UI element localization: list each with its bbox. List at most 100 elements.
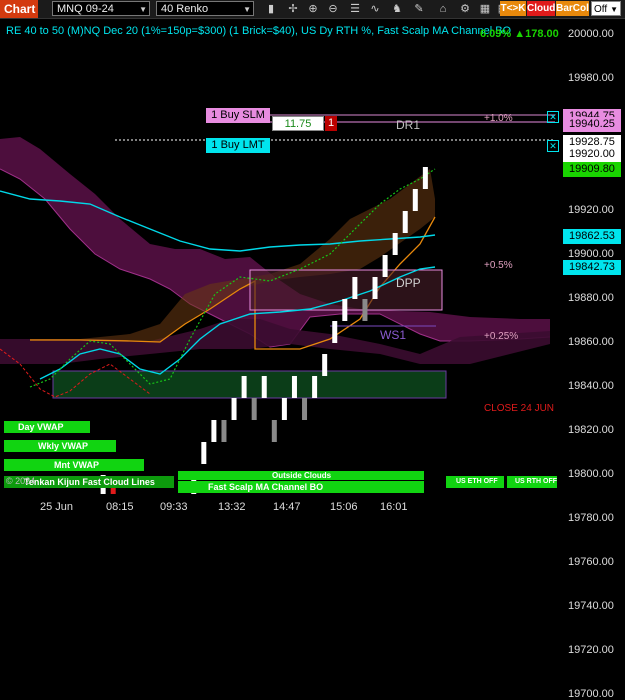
zoom-in-icon[interactable]: ⊕ [306,2,320,16]
time-tick-label: 25 Jun [40,501,74,513]
strategies-icon[interactable]: ♞ [390,2,404,16]
renko-brick [382,255,388,277]
chart-tab[interactable]: Chart [0,0,38,18]
price-tick-label: 19720.00 [568,644,614,656]
price-tick-label: 19980.00 [568,72,614,84]
instrument-value: MNQ 09-24 [57,3,114,15]
copyright-text: © 2024 [6,476,36,486]
renko-brick [392,233,398,255]
renko-brick [362,299,368,321]
close-icon[interactable]: ✕ [547,140,559,152]
price-tag: 19909.80 [563,162,621,177]
time-axis[interactable]: 25 Jun 08:15 09:33 13:32 14:47 15:06 16:01 [0,494,560,519]
price-tag: 19920.00 [563,147,621,162]
time-tick-label: 15:06 [330,501,358,513]
renko-brick [281,398,287,420]
period-select[interactable]: 40 Renko ▼ [156,1,254,16]
dr1-label: DR1 [396,118,421,132]
chevron-down-icon: ▼ [610,5,618,14]
fast-scalp-label: Fast Scalp MA Channel BO [178,481,424,493]
crosshair-icon[interactable]: ✢ [286,2,300,16]
price-tick-label: 19920.00 [568,204,614,216]
renko-brick [231,398,237,420]
price-tick-label: 20000.00 [568,28,614,40]
time-tick-label: 16:01 [380,501,408,513]
price-tick-label: 19900.00 [568,248,614,260]
price-tick-label: 19740.00 [568,600,614,612]
tk-button[interactable]: T<>K [500,1,526,16]
renko-brick [352,277,358,299]
vwap-zone [52,370,447,399]
ws1-label: WS1 [380,328,407,342]
chart-title: RE 40 to 50 (M)NQ Dec 20 (1%=150p=$300) … [6,25,512,37]
price-tick-label: 19760.00 [568,556,614,568]
indicators-icon[interactable]: ∿ [368,2,382,16]
renko-brick [312,376,318,398]
lock-icon[interactable]: ⌂ [436,2,450,16]
renko-brick [412,189,418,211]
off-select-value: Off [594,4,608,15]
renko-brick [402,211,408,233]
wkly-vwap-label: Wkly VWAP [4,440,116,452]
price-tag: 19940.25 [563,117,621,132]
buy-lmt-order[interactable]: 1 Buy LMT [206,138,270,153]
cloud-button[interactable]: Cloud [527,1,555,16]
off-select[interactable]: Off ▼ [591,1,621,16]
pct-025-label: +0.25% [484,331,519,342]
order-qty-box[interactable]: 11.75 [272,116,324,131]
renko-brick [332,321,338,343]
time-tick-label: 08:15 [106,501,134,513]
chevron-down-icon: ▼ [139,5,147,14]
dpp-label: DPP [396,276,421,290]
time-tick-label: 13:32 [218,501,246,513]
order-qty-flag[interactable]: 1 [325,116,337,131]
renko-brick [302,398,308,420]
pct-05-label: +0.5% [484,260,513,271]
close-icon[interactable]: ✕ [547,111,559,123]
close-label: CLOSE 24 JUN [484,403,555,414]
price-tick-label: 19800.00 [568,468,614,480]
pct-1-label: +1.0% [484,113,513,124]
top-change-readout: 6.09% ▲178.00 [480,28,559,40]
price-tag: 19862.53 [563,229,621,244]
renko-brick [211,420,217,442]
renko-brick [241,376,247,398]
price-tick-label: 19840.00 [568,380,614,392]
period-value: 40 Renko [161,3,209,15]
drawing-tool-icon[interactable]: ✎ [412,2,426,16]
renko-brick [291,376,297,398]
renko-brick [221,420,227,442]
zoom-out-icon[interactable]: ⊖ [326,2,340,16]
barcol-button[interactable]: BarCol [556,1,589,16]
renko-brick [251,398,257,420]
renko-brick [342,299,348,321]
data-box-icon[interactable]: ▦ [478,2,492,16]
bar-chart-icon[interactable]: ▮ [264,2,278,16]
us-eth-off-button[interactable]: US ETH OFF [446,476,504,488]
renko-brick [201,442,207,464]
time-tick-label: 14:47 [273,501,301,513]
properties-icon[interactable]: ☰ [348,2,362,16]
renko-brick [372,277,378,299]
us-rth-off-button[interactable]: US RTH OFF [507,476,557,488]
price-tag: 19842.73 [563,260,621,275]
price-tick-label: 19780.00 [568,512,614,524]
renko-brick [261,376,267,398]
price-tick-label: 19860.00 [568,336,614,348]
mnt-vwap-label: Mnt VWAP [4,459,144,471]
price-tick-label: 19880.00 [568,292,614,304]
settings-icon[interactable]: ⚙ [458,2,472,16]
renko-brick [271,420,277,442]
time-tick-label: 09:33 [160,501,188,513]
renko-brick [322,354,328,376]
renko-brick [422,167,428,189]
day-vwap-label: Day VWAP [4,421,90,433]
buy-slm-order[interactable]: 1 Buy SLM [206,108,270,123]
instrument-select[interactable]: MNQ 09-24 ▼ [52,1,150,16]
price-tick-label: 19820.00 [568,424,614,436]
chart-toolbar: Chart MNQ 09-24 ▼ 40 Renko ▼ ▮ ✢ ⊕ ⊖ ☰ ∿… [0,0,625,19]
chart-plot-area[interactable]: RE 40 to 50 (M)NQ Dec 20 (1%=150p=$300) … [0,19,560,494]
price-tick-label: 19700.00 [568,688,614,700]
outside-clouds-label: Outside Clouds [178,471,424,480]
chevron-down-icon: ▼ [243,5,251,14]
